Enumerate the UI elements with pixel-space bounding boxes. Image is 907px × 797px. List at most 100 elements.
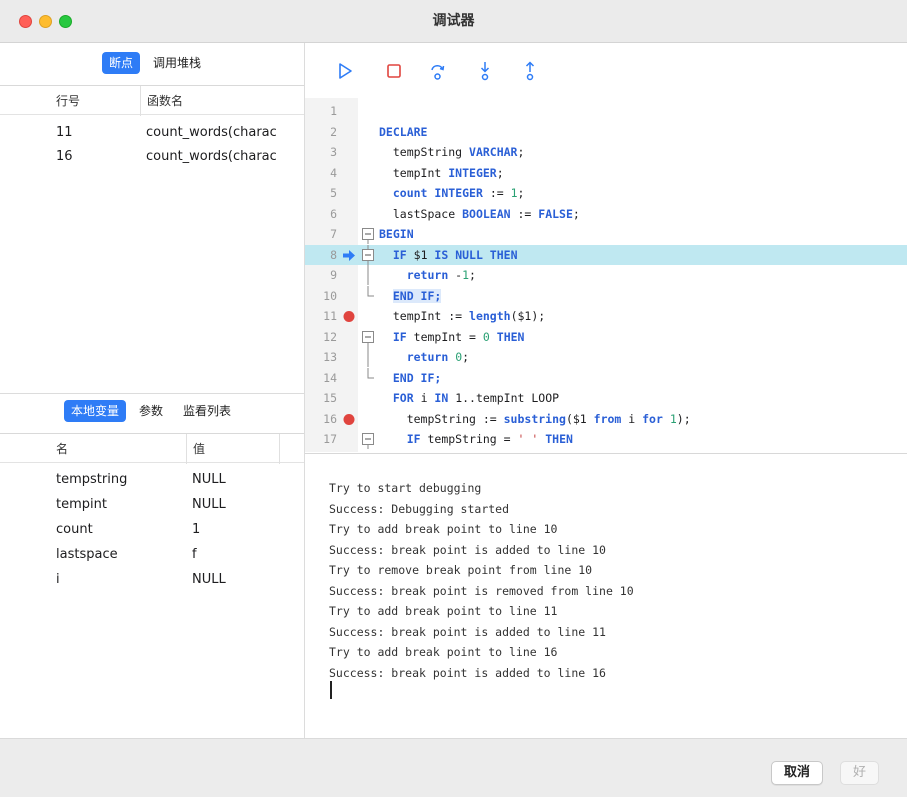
code-text: count INTEGER := 1; <box>392 186 525 200</box>
debugger-window: 调试器 断点 调用堆栈 行号 函数名 11 count_words(charac… <box>0 0 907 797</box>
tab-local-variables[interactable]: 本地变量 <box>64 400 127 422</box>
breakpoints-table-header: 行号 函数名 <box>0 85 304 116</box>
variable-name: tempint <box>56 497 107 512</box>
variable-name: tempstring <box>56 472 128 487</box>
variables-table-header: 名 值 <box>0 433 304 464</box>
fold-collapse-icon[interactable] <box>362 244 374 265</box>
code-line[interactable]: 12 IF tempInt = 0 THEN <box>305 327 907 348</box>
console-line: Success: break point is added to line 10 <box>329 542 606 557</box>
breakpoint-icon[interactable] <box>342 413 356 426</box>
variable-value: f <box>192 547 197 562</box>
line-number: 14 <box>323 370 337 385</box>
variable-name: count <box>56 522 93 537</box>
code-line[interactable]: 15 FOR i IN 1..tempInt LOOP <box>305 388 907 409</box>
debug-console[interactable]: Try to start debugging Success: Debuggin… <box>305 453 907 738</box>
code-line[interactable]: 4 tempInt INTEGER; <box>305 163 907 184</box>
variable-row[interactable]: tempstring NULL <box>0 467 304 492</box>
code-text: FOR i IN 1..tempInt LOOP <box>392 391 560 405</box>
variable-row[interactable]: i NULL <box>0 567 304 592</box>
code-line-current[interactable]: 8 IF $1 IS NULL THEN <box>305 244 907 265</box>
code-line[interactable]: 14 END IF; <box>305 367 907 389</box>
fold-collapse-icon[interactable] <box>362 429 374 449</box>
title-bar: 调试器 <box>0 0 907 43</box>
step-over-button[interactable] <box>426 59 450 83</box>
step-into-icon <box>480 62 490 81</box>
stop-button[interactable] <box>382 59 406 83</box>
column-header-value[interactable]: 值 <box>186 434 280 464</box>
step-into-button[interactable] <box>473 59 497 83</box>
code-text: IF $1 IS NULL THEN <box>392 247 518 262</box>
line-number: 16 <box>323 411 337 426</box>
line-number: 11 <box>323 309 337 323</box>
left-pane: 断点 调用堆栈 行号 函数名 11 count_words(charac 16 … <box>0 43 305 738</box>
console-line: Try to remove break point from line 10 <box>329 563 593 577</box>
console-line: Success: break point is added to line 11 <box>329 624 606 639</box>
column-header-line[interactable]: 行号 <box>50 86 140 116</box>
breakpoint-icon[interactable] <box>342 310 356 323</box>
code-text: DECLARE <box>379 124 428 139</box>
text-caret <box>330 681 332 699</box>
step-over-icon <box>431 65 445 80</box>
breakpoint-line-number: 16 <box>56 149 73 164</box>
line-number: 17 <box>323 432 337 446</box>
code-line[interactable]: 5 count INTEGER := 1; <box>305 183 907 204</box>
variable-row[interactable]: lastspace f <box>0 542 304 567</box>
variable-value: NULL <box>192 497 226 512</box>
code-line[interactable]: 9 return -1; <box>305 265 907 286</box>
code-line[interactable]: 16 tempString := substring($1 from i for… <box>305 409 907 430</box>
console-line: Try to add break point to line 11 <box>329 604 558 618</box>
right-pane: 1 2 DECLARE 3 tempString VARCHAR; 4 temp… <box>305 43 907 738</box>
code-line[interactable]: 3 tempString VARCHAR; <box>305 142 907 163</box>
code-text: END IF; <box>392 370 442 385</box>
cancel-button[interactable]: 取消 <box>771 761 824 785</box>
ok-button[interactable]: 好 <box>840 761 880 785</box>
code-line[interactable]: 2 DECLARE <box>305 122 907 143</box>
column-header-name[interactable]: 名 <box>50 434 186 464</box>
fold-collapse-icon[interactable] <box>362 327 374 347</box>
tab-parameters[interactable]: 参数 <box>132 400 170 422</box>
column-header-function[interactable]: 函数名 <box>140 86 290 116</box>
code-editor[interactable]: 1 2 DECLARE 3 tempString VARCHAR; 4 temp… <box>305 98 907 452</box>
fold-end-icon <box>367 285 374 296</box>
breakpoint-row[interactable]: 16 count_words(charac <box>0 144 304 169</box>
variable-value: NULL <box>192 472 226 487</box>
variable-row[interactable]: count 1 <box>0 517 304 542</box>
continue-button[interactable] <box>333 59 357 83</box>
code-text: IF tempInt = 0 THEN <box>392 329 525 344</box>
console-line: Try to add break point to line 10 <box>329 522 558 536</box>
code-line[interactable]: 1 <box>305 101 907 122</box>
code-line[interactable]: 10 END IF; <box>305 285 907 307</box>
code-text: END IF; <box>392 288 442 303</box>
code-text: return 0; <box>406 350 470 364</box>
tab-breakpoints[interactable]: 断点 <box>102 52 141 74</box>
code-line[interactable]: 6 lastSpace BOOLEAN := FALSE; <box>305 204 907 225</box>
line-number: 10 <box>323 288 337 303</box>
pane-divider[interactable] <box>0 393 304 394</box>
code-text: tempInt := length($1); <box>379 309 546 323</box>
code-line[interactable]: 17 IF tempString = ' ' THEN <box>305 429 907 450</box>
line-number: 8 <box>330 247 337 262</box>
code-line[interactable]: 11 tempInt := length($1); <box>305 306 907 327</box>
breakpoint-function-name: count_words(charac <box>146 149 277 164</box>
code-text: lastSpace BOOLEAN := FALSE; <box>379 206 580 221</box>
variables-tab-group: 本地变量 参数 监看列表 <box>64 400 238 422</box>
line-number: 13 <box>323 350 337 364</box>
line-number: 12 <box>323 329 337 344</box>
code-text: IF tempString = ' ' THEN <box>406 432 573 446</box>
breakpoints-tab-group: 断点 调用堆栈 <box>102 52 208 74</box>
line-number: 6 <box>330 206 337 221</box>
code-line[interactable]: 13 return 0; <box>305 347 907 368</box>
variable-row[interactable]: tempint NULL <box>0 492 304 517</box>
tab-watch-list[interactable]: 监看列表 <box>176 400 238 422</box>
console-line: Success: Debugging started <box>329 501 510 516</box>
console-line: Success: break point is added to line 16 <box>329 665 606 680</box>
fold-collapse-icon[interactable] <box>362 224 374 244</box>
tab-call-stack[interactable]: 调用堆栈 <box>146 52 208 74</box>
breakpoint-row[interactable]: 11 count_words(charac <box>0 120 304 145</box>
step-out-button[interactable] <box>518 59 542 83</box>
window-title: 调试器 <box>432 13 475 29</box>
code-line[interactable]: 7 BEGIN <box>305 224 907 245</box>
debug-toolbar <box>305 43 907 95</box>
code-text: BEGIN <box>379 227 414 241</box>
breakpoint-line-number: 11 <box>56 125 73 140</box>
